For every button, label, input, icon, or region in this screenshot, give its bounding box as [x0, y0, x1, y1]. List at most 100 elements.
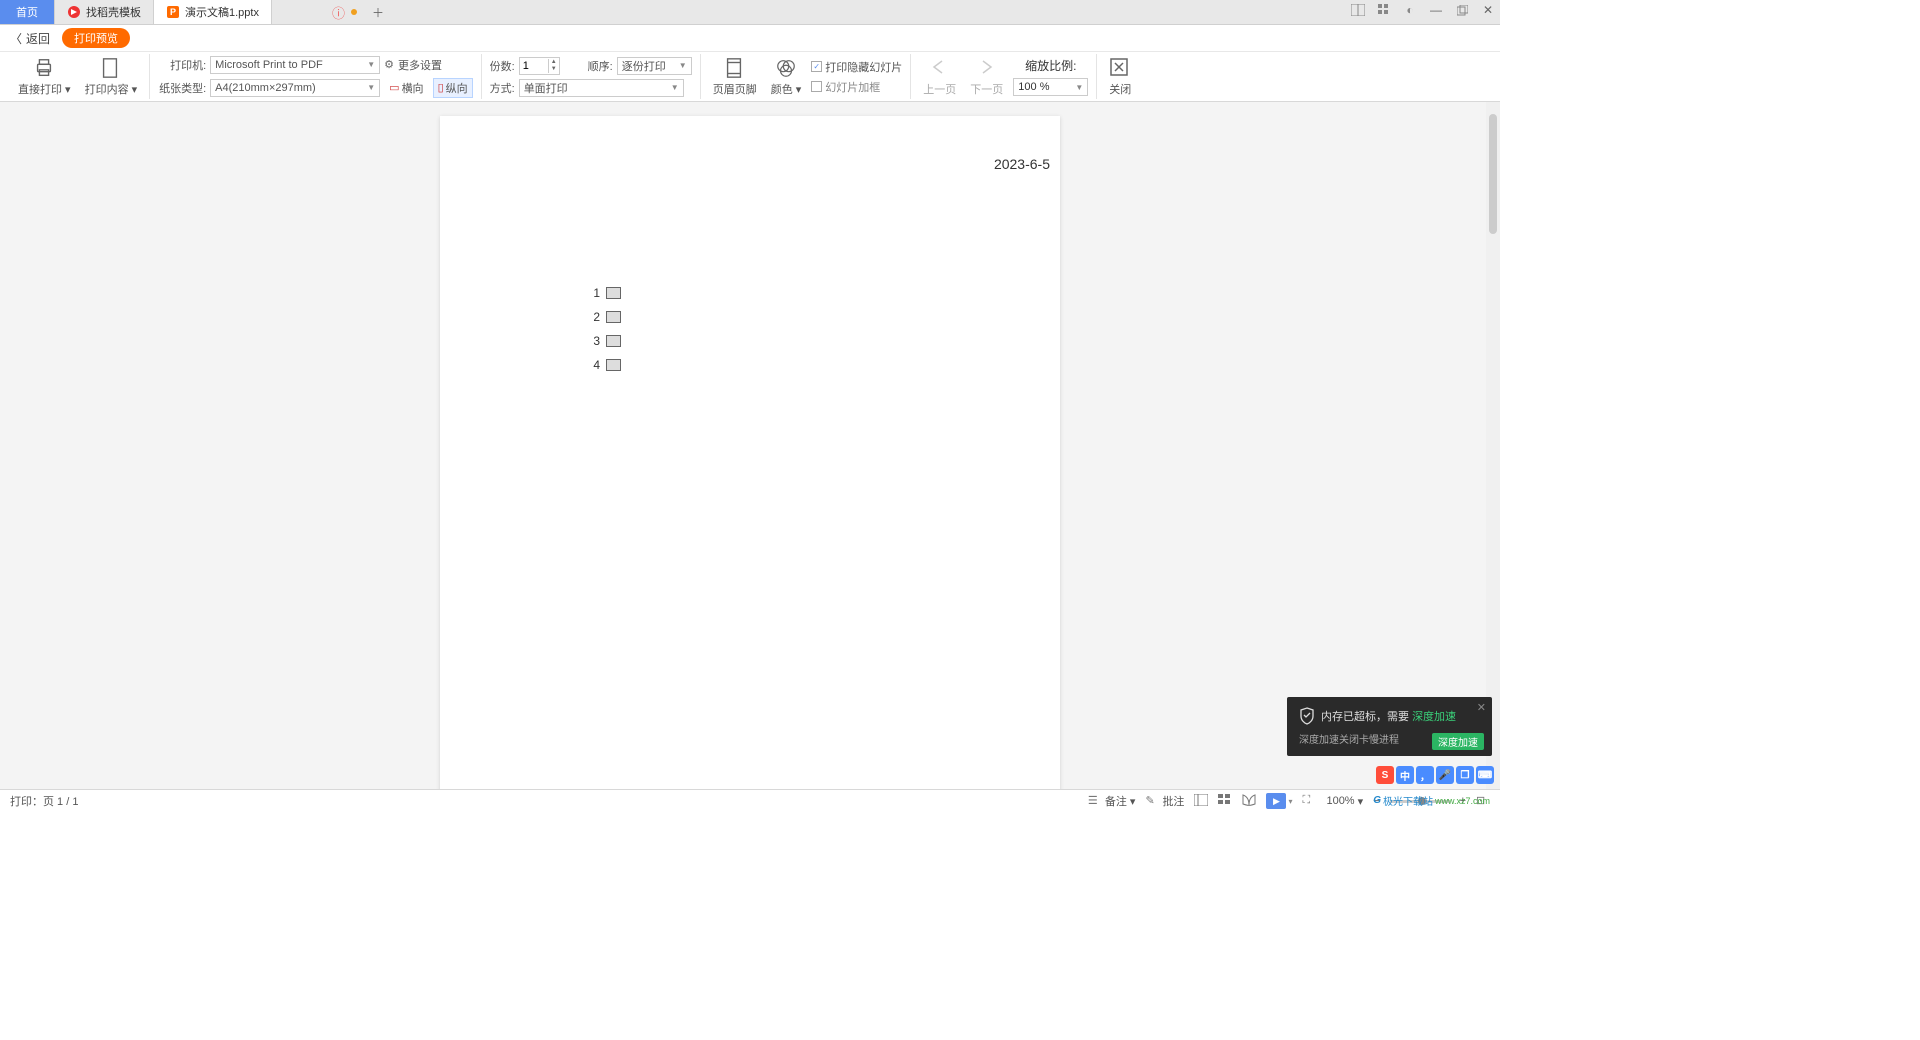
header-footer-icon — [724, 57, 746, 79]
preview-canvas[interactable]: 2023-6-5 1 2 3 4 — [0, 102, 1500, 789]
svg-text:P: P — [170, 7, 176, 17]
maximize-icon[interactable] — [1454, 2, 1470, 18]
print-content-button[interactable]: 打印内容 ▾ — [81, 57, 142, 97]
prev-page-button[interactable]: 上一页 — [919, 57, 960, 97]
preview-page: 2023-6-5 1 2 3 4 — [440, 116, 1060, 789]
print-hidden-checkbox[interactable]: ✓打印隐藏幻灯片 — [811, 59, 902, 75]
shield-icon — [1299, 707, 1315, 725]
layout-icon[interactable] — [1350, 2, 1366, 18]
slideshow-button[interactable]: ▶ — [1266, 793, 1286, 809]
list-item: 2 — [590, 310, 1010, 324]
arrow-right-icon — [976, 57, 998, 79]
copies-label: 份数: — [490, 58, 515, 74]
slide-thumb-icon — [606, 287, 621, 299]
view-normal-icon[interactable] — [1194, 794, 1208, 808]
printer-select[interactable]: Microsoft Print to PDF▼ — [210, 56, 380, 74]
unsaved-dot-icon — [351, 9, 357, 15]
print-preview-badge: 打印预览 — [62, 28, 130, 48]
vertical-scrollbar[interactable] — [1486, 102, 1500, 789]
view-reading-icon[interactable] — [1242, 794, 1256, 808]
ime-lang-button[interactable]: 中 — [1396, 766, 1414, 784]
slide-frame-checkbox[interactable]: 幻灯片加框 — [811, 79, 902, 95]
close-icon[interactable]: ✕ — [1477, 701, 1486, 714]
ime-keyboard-button[interactable]: ⌨ — [1476, 766, 1494, 784]
scroll-thumb[interactable] — [1489, 114, 1497, 234]
watermark-icon: G — [1373, 795, 1381, 806]
paper-label: 纸张类型: — [158, 80, 206, 96]
arrow-left-icon — [929, 57, 951, 79]
page-date: 2023-6-5 — [994, 156, 1050, 172]
ime-logo-icon[interactable]: S — [1376, 766, 1394, 784]
page-icon — [100, 57, 122, 79]
apps-icon[interactable] — [1376, 2, 1392, 18]
chevron-down-icon: ▼ — [679, 61, 687, 70]
copies-stepper[interactable]: ▲▼ — [519, 57, 560, 75]
window-controls: ◐ — ✕ — [1350, 2, 1496, 18]
printer-icon — [33, 57, 55, 79]
landscape-button[interactable]: ▭横向 — [384, 78, 428, 98]
more-settings-button[interactable]: 更多设置 — [398, 57, 442, 73]
tab-label: 演示文稿1.pptx — [185, 4, 259, 20]
header-footer-button[interactable]: 页眉页脚 — [709, 57, 761, 97]
checkbox-icon — [811, 81, 822, 92]
zoom-select[interactable]: 100 %▼ — [1013, 78, 1088, 96]
tab-home[interactable]: 首页 — [0, 0, 55, 24]
order-label: 顺序: — [588, 58, 613, 74]
chevron-left-icon: 〈 — [10, 30, 22, 47]
sub-header: 〈 返回 打印预览 — [0, 25, 1500, 52]
zoom-display[interactable]: 100% ▾ — [1326, 795, 1363, 808]
back-button[interactable]: 〈 返回 — [10, 30, 50, 47]
comments-toggle[interactable]: ✎批注 — [1145, 793, 1184, 809]
close-box-icon — [1109, 57, 1131, 79]
portrait-button[interactable]: ▯纵向 — [433, 78, 473, 98]
spin-down-icon[interactable]: ▼ — [549, 66, 559, 73]
mode-select[interactable]: 单面打印▼ — [519, 79, 684, 97]
slide-thumb-icon — [606, 335, 621, 347]
notes-icon: ☰ — [1088, 794, 1102, 808]
page-info: 打印：页 1 / 1 — [10, 793, 78, 809]
gear-icon: ⚙ — [384, 58, 394, 71]
tab-document[interactable]: P 演示文稿1.pptx — [154, 0, 272, 24]
close-preview-button[interactable]: 关闭 — [1105, 57, 1135, 97]
list-item: 4 — [590, 358, 1010, 372]
ime-voice-button[interactable]: 🎤 — [1436, 766, 1454, 784]
copies-input[interactable] — [520, 60, 548, 72]
ime-skin-button[interactable]: ❐ — [1456, 766, 1474, 784]
spin-up-icon[interactable]: ▲ — [549, 59, 559, 66]
checkbox-icon: ✓ — [811, 61, 822, 72]
order-select[interactable]: 逐份打印▼ — [617, 57, 692, 75]
comment-icon: ✎ — [1145, 794, 1159, 808]
chevron-down-icon: ▼ — [367, 83, 375, 92]
chevron-down-icon: ▼ — [671, 83, 679, 92]
portrait-icon: ▯ — [438, 81, 444, 94]
zoom-label: 缩放比例: — [1025, 57, 1076, 74]
fit-icon[interactable]: ⛶ — [1302, 794, 1316, 808]
watermark: G 极光下载站 www.xz7.com — [1373, 793, 1490, 808]
notes-toggle[interactable]: ☰备注 ▾ — [1088, 793, 1136, 809]
tab-template[interactable]: 找稻壳模板 — [55, 0, 154, 24]
tab-status-icons: ⓘ — [332, 0, 357, 24]
tab-bar: 首页 找稻壳模板 P 演示文稿1.pptx ⓘ ＋ — [0, 0, 1500, 25]
view-sorter-icon[interactable] — [1218, 794, 1232, 808]
warning-icon: ⓘ — [332, 3, 345, 22]
minimize-icon[interactable]: — — [1428, 2, 1444, 18]
list-item: 1 — [590, 286, 1010, 300]
ime-toolbar: S 中 ， 🎤 ❐ ⌨ — [1376, 766, 1494, 784]
color-button[interactable]: 颜色 ▾ — [767, 57, 806, 97]
status-bar: 打印：页 1 / 1 ☰备注 ▾ ✎批注 ▶▾ ⛶ 100% ▾ − + ⊡ — [0, 789, 1500, 812]
mode-label: 方式: — [490, 80, 515, 96]
ppt-icon: P — [166, 5, 180, 19]
boost-button[interactable]: 深度加速 — [1432, 733, 1484, 750]
direct-print-button[interactable]: 直接打印 ▾ — [14, 57, 75, 97]
landscape-icon: ▭ — [389, 81, 399, 94]
ime-punct-button[interactable]: ， — [1416, 766, 1434, 784]
chevron-down-icon: ▼ — [1075, 83, 1083, 92]
docer-icon — [67, 5, 81, 19]
next-page-button[interactable]: 下一页 — [966, 57, 1007, 97]
list-item: 3 — [590, 334, 1010, 348]
memory-notification: ✕ 内存已超标，需要 深度加速 深度加速关闭卡慢进程 深度加速 — [1287, 697, 1492, 756]
close-icon[interactable]: ✕ — [1480, 2, 1496, 18]
new-tab-button[interactable]: ＋ — [363, 0, 393, 24]
skin-icon[interactable]: ◐ — [1402, 2, 1418, 18]
paper-select[interactable]: A4(210mm×297mm)▼ — [210, 79, 380, 97]
